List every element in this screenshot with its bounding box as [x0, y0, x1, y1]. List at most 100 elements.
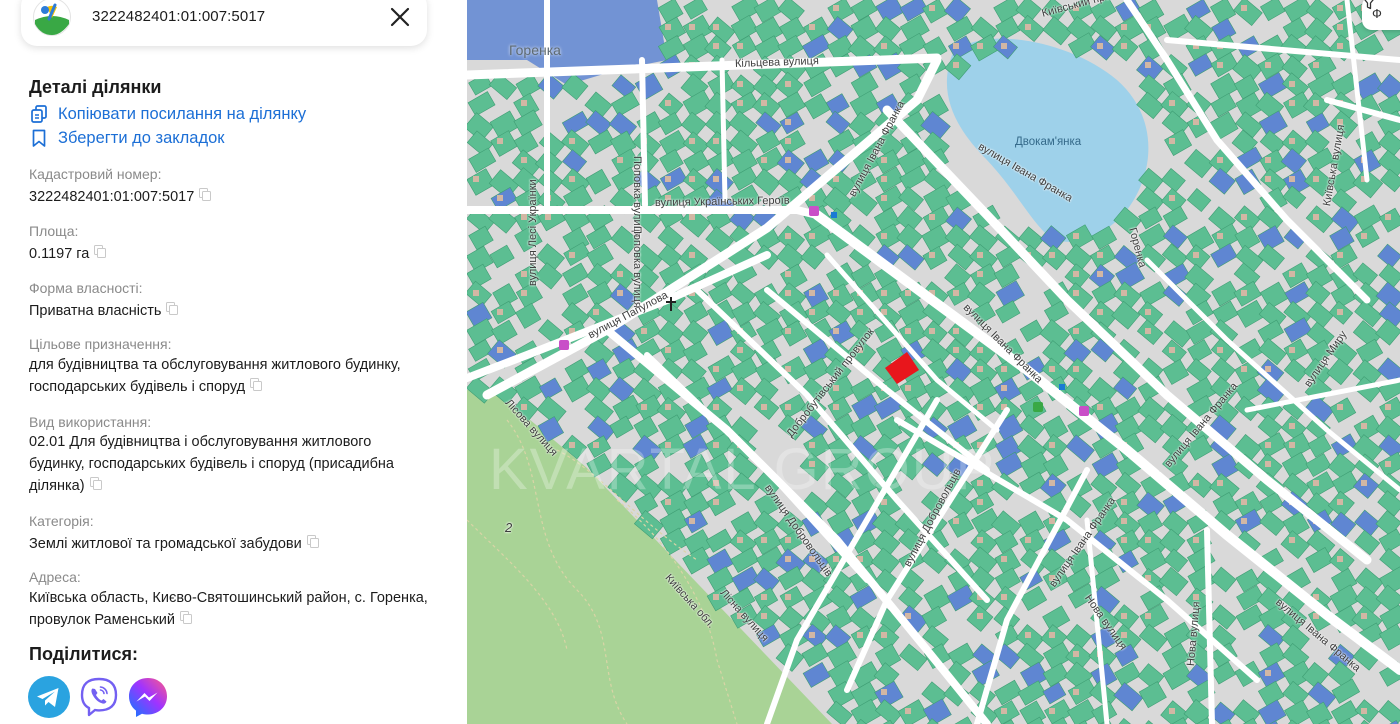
building [1313, 62, 1319, 68]
building [521, 290, 527, 296]
building [1361, 708, 1367, 714]
building [1097, 404, 1103, 410]
copy-icon [31, 105, 47, 123]
address-value: Київська область, Києво-Святошинський ра… [29, 590, 428, 628]
building [953, 328, 959, 334]
building [1001, 385, 1007, 391]
building [497, 195, 503, 201]
bus-stop-icon-2 [1059, 384, 1065, 390]
building [1385, 404, 1391, 410]
search-query-text[interactable]: 3222482401:01:007:5017 [92, 8, 265, 25]
building [1385, 214, 1391, 220]
app-root: 3222482401:01:007:5017 Деталі ділянки Ко… [0, 0, 1400, 724]
building [833, 5, 839, 11]
filter-button[interactable]: Ф [1362, 0, 1400, 30]
copy-address-icon[interactable] [180, 611, 192, 624]
building [689, 138, 695, 144]
building [809, 632, 815, 638]
building [1289, 423, 1295, 429]
building [785, 290, 791, 296]
building [1145, 613, 1151, 619]
building [617, 290, 623, 296]
cadastral-map[interactable]: Горенка Двокам'янка Кільцева вулиця вули… [467, 0, 1400, 724]
building [1361, 613, 1367, 619]
copy-link-button[interactable]: Копіювати посилання на ділянку [29, 103, 306, 125]
copy-ownership-icon[interactable] [166, 302, 179, 315]
building [1217, 157, 1223, 163]
building [761, 613, 767, 619]
messenger-icon[interactable] [127, 676, 169, 718]
building [737, 347, 743, 353]
viber-icon[interactable] [78, 676, 120, 718]
building [617, 157, 623, 163]
logo-icon [33, 0, 71, 36]
building [1265, 176, 1271, 182]
shop-icon-3 [1079, 406, 1089, 416]
building [593, 309, 599, 315]
building [1217, 233, 1223, 239]
building [737, 43, 743, 49]
copy-area-icon[interactable] [94, 245, 107, 258]
building [1001, 556, 1007, 562]
search-bar[interactable]: 3222482401:01:007:5017 [21, 0, 427, 46]
building [1169, 347, 1175, 353]
share-title: Поділитися: [29, 644, 139, 664]
building [1073, 233, 1079, 239]
close-icon[interactable] [389, 6, 411, 28]
street-label: вулиця Лесі Українки [527, 179, 539, 286]
building [1121, 613, 1127, 619]
building [1073, 271, 1079, 277]
building [977, 613, 983, 619]
map-canvas[interactable] [467, 0, 1400, 724]
building [785, 119, 791, 125]
copy-usage-icon[interactable] [89, 477, 102, 490]
building [1289, 537, 1295, 543]
watermark: KVARTAL GROUP [489, 437, 997, 502]
building [977, 271, 983, 277]
building [881, 195, 887, 201]
building [1361, 480, 1367, 486]
building [1289, 176, 1295, 182]
building [809, 290, 815, 296]
building [761, 100, 767, 106]
building [713, 138, 719, 144]
building [761, 404, 767, 410]
building [953, 347, 959, 353]
building [1145, 537, 1151, 543]
building [761, 157, 767, 163]
copy-category-icon[interactable] [306, 535, 319, 548]
building [809, 309, 815, 315]
purpose-value: для будівництва та обслуговування житлов… [29, 357, 401, 395]
building [1313, 100, 1319, 106]
building [1121, 290, 1127, 296]
copy-link-label: Копіювати посилання на ділянку [58, 104, 307, 123]
building [1049, 252, 1055, 258]
building [1385, 461, 1391, 467]
building [785, 157, 791, 163]
building [1001, 366, 1007, 372]
building [1337, 309, 1343, 315]
telegram-icon[interactable] [28, 676, 70, 718]
bus-stop-icon [831, 212, 837, 218]
copy-purpose-icon[interactable] [250, 378, 263, 391]
building [737, 385, 743, 391]
copy-cadastral-icon[interactable] [199, 188, 212, 201]
building [1361, 233, 1367, 239]
building [857, 632, 863, 638]
building [1073, 328, 1079, 334]
building [689, 214, 695, 220]
address-label: Адреса: [29, 569, 81, 585]
building [1073, 290, 1079, 296]
building [1049, 442, 1055, 448]
bookmark-button[interactable]: Зберегти до закладок [29, 127, 225, 149]
building [785, 594, 791, 600]
building [1169, 708, 1175, 714]
building [1241, 366, 1247, 372]
building [1097, 252, 1103, 258]
filter-icon [1364, 0, 1374, 10]
area-number-label: 2 [505, 520, 513, 535]
building [929, 252, 935, 258]
building [761, 537, 767, 543]
building [1025, 24, 1031, 30]
building [1265, 670, 1271, 676]
